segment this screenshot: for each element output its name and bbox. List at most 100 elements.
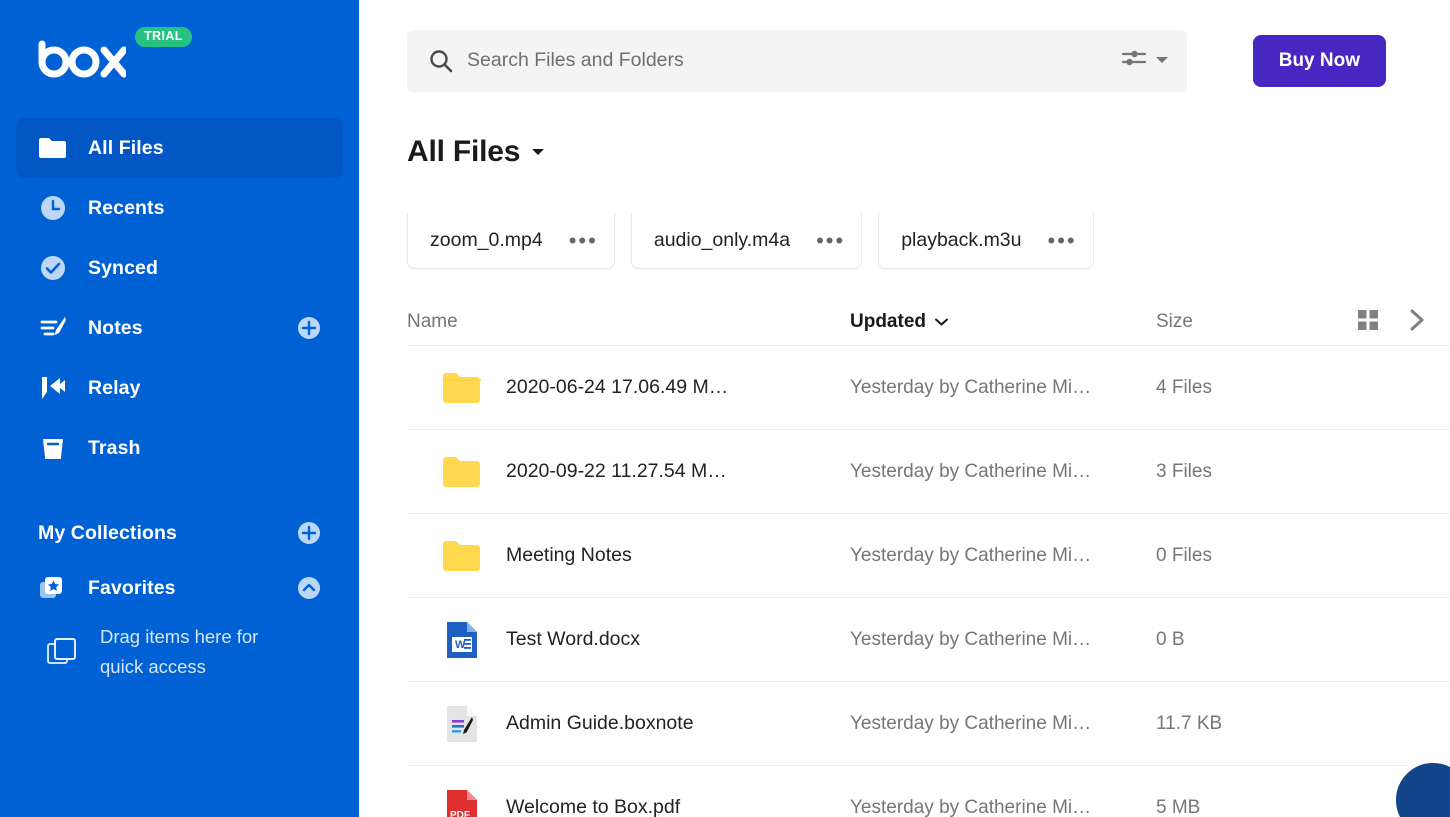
file-name-cell: W Test Word.docx — [407, 620, 850, 660]
file-name: Meeting Notes — [506, 544, 632, 566]
file-name: Test Word.docx — [506, 628, 641, 650]
top-bar: Buy Now — [359, 0, 1450, 121]
relay-flag-icon — [36, 371, 70, 405]
recent-chip-name: zoom_0.mp4 — [430, 229, 543, 251]
file-name-cell: PDF Welcome to Box.pdf — [407, 788, 850, 817]
search-input[interactable] — [467, 49, 1111, 72]
boxnote-icon — [442, 704, 482, 744]
sidebar-item-label: Trash — [88, 436, 141, 459]
search-filter-button[interactable] — [1111, 47, 1169, 74]
table-row[interactable]: Meeting Notes Yesterday by Catherine Mi…… — [407, 513, 1450, 597]
my-collections-header: My Collections — [16, 506, 343, 560]
file-updated: Yesterday by Catherine Mi… — [850, 712, 1092, 734]
favorites-empty-hint: Drag items here for quick access — [16, 622, 343, 682]
search-icon — [427, 48, 455, 74]
sidebar-item-label: Recents — [88, 196, 165, 219]
recent-chip[interactable]: playback.m3u ••• — [878, 213, 1094, 269]
brand-row: TRIAL — [0, 0, 359, 118]
sidebar: TRIAL All Files Recents Synced Notes Rel… — [0, 0, 359, 817]
sidebar-item-label: All Files — [88, 136, 164, 159]
folder-icon — [442, 455, 482, 489]
file-name: Admin Guide.boxnote — [506, 712, 694, 734]
caret-down-icon — [1155, 52, 1169, 70]
search-bar[interactable] — [407, 29, 1187, 92]
add-collection-icon[interactable] — [297, 521, 321, 545]
column-header-updated-label: Updated — [850, 311, 926, 332]
sidebar-item-relay[interactable]: Relay — [16, 358, 343, 418]
svg-text:PDF: PDF — [450, 810, 470, 817]
table-header: Name Updated Size — [407, 299, 1450, 345]
file-size: 0 B — [1156, 628, 1185, 650]
pdf-icon: PDF — [442, 788, 482, 817]
favorites-label: Favorites — [88, 576, 176, 599]
folder-icon — [442, 539, 482, 573]
recent-chip-name: audio_only.m4a — [653, 229, 791, 251]
recent-chip-more-icon[interactable]: ••• — [816, 229, 845, 251]
sidebar-item-recents[interactable]: Recents — [16, 178, 343, 238]
grid-view-icon[interactable] — [1356, 308, 1380, 337]
box-logo[interactable] — [36, 38, 126, 80]
file-updated: Yesterday by Catherine Mi… — [850, 628, 1092, 650]
files-table: Name Updated Size 2020-06-24 17.06.49 M…… — [359, 299, 1450, 817]
buy-now-button[interactable]: Buy Now — [1252, 34, 1386, 87]
sidebar-item-label: Notes — [88, 316, 143, 339]
file-size: 3 Files — [1156, 460, 1212, 482]
add-note-icon[interactable] — [297, 316, 321, 340]
sidebar-item-trash[interactable]: Trash — [16, 418, 343, 478]
page-title: All Files — [407, 135, 521, 168]
my-collections-label: My Collections — [38, 521, 178, 544]
file-size: 0 Files — [1156, 544, 1212, 566]
folder-icon — [442, 371, 482, 405]
table-row[interactable]: 2020-09-22 11.27.54 M… Yesterday by Cath… — [407, 429, 1450, 513]
trial-badge: TRIAL — [135, 27, 192, 47]
recent-chip[interactable]: zoom_0.mp4 ••• — [407, 213, 615, 269]
sidebar-item-label: Synced — [88, 256, 158, 279]
sidebar-item-favorites[interactable]: Favorites — [16, 560, 343, 616]
file-name-cell: Admin Guide.boxnote — [407, 704, 850, 744]
main-content: Buy Now All Files zoom_0.mp4 ••• audio_o… — [359, 0, 1450, 817]
table-header-tools — [1356, 308, 1428, 337]
sidebar-item-label: Relay — [88, 376, 141, 399]
drag-items-icon — [42, 635, 82, 669]
sliders-icon — [1121, 47, 1147, 74]
chevron-down-icon — [934, 311, 949, 333]
recent-files-chips: zoom_0.mp4 ••• audio_only.m4a ••• playba… — [359, 213, 1450, 273]
table-row[interactable]: 2020-06-24 17.06.49 M… Yesterday by Cath… — [407, 345, 1450, 429]
file-updated: Yesterday by Catherine Mi… — [850, 544, 1092, 566]
file-name: 2020-09-22 11.27.54 M… — [506, 460, 727, 482]
recent-chip-name: playback.m3u — [901, 229, 1022, 251]
column-header-size[interactable]: Size — [1156, 311, 1356, 333]
file-updated: Yesterday by Catherine Mi… — [850, 460, 1092, 482]
chevron-right-icon[interactable] — [1406, 308, 1428, 337]
table-row[interactable]: W Test Word.docx Yesterday by Catherine … — [407, 597, 1450, 681]
file-size: 11.7 KB — [1156, 712, 1223, 734]
file-size: 5 MB — [1156, 796, 1201, 817]
sidebar-item-notes[interactable]: Notes — [16, 298, 343, 358]
clock-icon — [36, 191, 70, 225]
favorites-star-icon — [36, 571, 70, 605]
notes-icon — [36, 311, 70, 345]
folder-icon — [36, 131, 70, 165]
page-title-caret-down-icon[interactable] — [530, 147, 546, 158]
file-name-cell: 2020-09-22 11.27.54 M… — [407, 455, 850, 489]
hint-text: Drag items here for quick access — [100, 626, 259, 677]
file-size: 4 Files — [1156, 376, 1212, 398]
file-name: 2020-06-24 17.06.49 M… — [506, 376, 729, 398]
sidebar-item-synced[interactable]: Synced — [16, 238, 343, 298]
recent-chip-more-icon[interactable]: ••• — [569, 229, 598, 251]
file-name: Welcome to Box.pdf — [506, 796, 681, 817]
check-circle-icon — [36, 251, 70, 285]
recent-chip[interactable]: audio_only.m4a ••• — [630, 213, 863, 269]
file-updated: Yesterday by Catherine Mi… — [850, 376, 1092, 398]
word-doc-icon: W — [442, 620, 482, 660]
file-name-cell: 2020-06-24 17.06.49 M… — [407, 371, 850, 405]
column-header-updated[interactable]: Updated — [850, 311, 1156, 333]
recent-chip-more-icon[interactable]: ••• — [1048, 229, 1077, 251]
file-updated: Yesterday by Catherine Mi… — [850, 796, 1092, 817]
sidebar-item-all-files[interactable]: All Files — [16, 118, 343, 178]
column-header-name[interactable]: Name — [407, 311, 850, 333]
table-row[interactable]: PDF Welcome to Box.pdf Yesterday by Cath… — [407, 765, 1450, 817]
collapse-favorites-icon[interactable] — [297, 576, 321, 600]
file-name-cell: Meeting Notes — [407, 539, 850, 573]
table-row[interactable]: Admin Guide.boxnote Yesterday by Catheri… — [407, 681, 1450, 765]
